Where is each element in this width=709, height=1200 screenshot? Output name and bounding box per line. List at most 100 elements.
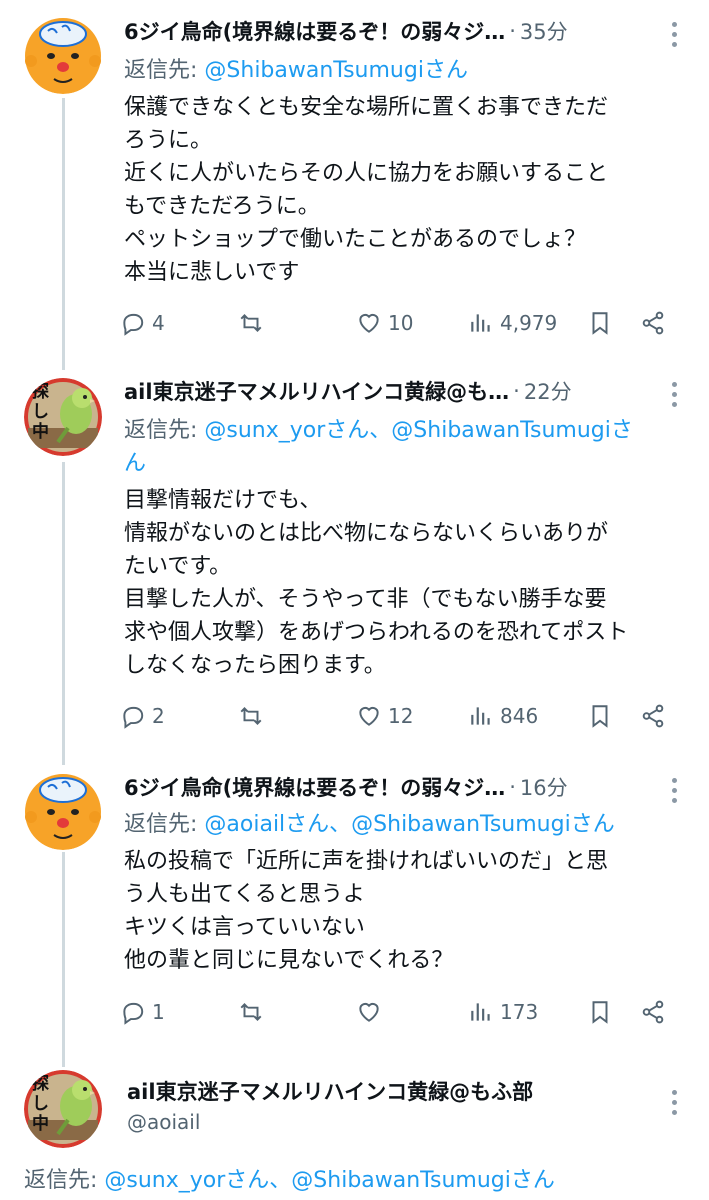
tweet-line: ろうに。: [124, 128, 213, 153]
views-button[interactable]: 846: [468, 699, 538, 733]
reply-mention-link[interactable]: @sunx_yorさん、@ShibawanTsumugiさん: [104, 1168, 554, 1193]
view-count: 4,979: [500, 311, 558, 335]
avatar[interactable]: 探 し 中: [24, 1070, 102, 1148]
tweet-line: 目撃情報だけでも、: [124, 488, 322, 513]
avatar-overlay-text: 探 し 中: [32, 382, 49, 442]
bookmark-button[interactable]: [587, 306, 613, 340]
tweet-line: 目撃した人が、そうやって非（でもない勝手な要: [124, 587, 607, 612]
reply-mention-link[interactable]: @sunx_yorさん、@ShibawanTsumugiさ: [204, 418, 632, 443]
repost-icon: [240, 314, 262, 332]
tweet[interactable]: 探 し 中 ail東京迷子マメルリハインコ黄緑@も… · 22分 返信先: @s…: [0, 360, 709, 760]
share-icon: [642, 704, 664, 728]
like-button[interactable]: 12: [356, 699, 413, 733]
display-name[interactable]: 6ジイ鳥命(境界線は要るぞ！の弱々ジ…: [124, 772, 505, 802]
separator-dot: ·: [513, 379, 520, 403]
tweet-line: 本当に悲しいです: [124, 260, 300, 285]
avatar-char: し: [32, 1094, 49, 1114]
reply-to: 返信先: @aoiailさん、@ShibawanTsumugiさん: [124, 808, 684, 841]
views-button[interactable]: 173: [468, 995, 538, 1029]
reply-button[interactable]: 2: [120, 699, 165, 733]
separator-dot: ·: [509, 19, 516, 43]
tweet[interactable]: 6ジイ鳥命(境界線は要るぞ！の弱々ジ… · 16分 返信先: @aoiailさん…: [0, 756, 709, 1056]
reply-to: 返信先: @sunx_yorさん、@ShibawanTsumugiさ ん: [124, 414, 684, 480]
bookmark-button[interactable]: [587, 995, 613, 1029]
tweet-line: 近くに人がいたらその人に協力をお願いすること: [124, 161, 609, 186]
avatar-char: 探: [32, 382, 49, 402]
share-button[interactable]: [640, 995, 666, 1029]
tweet-line: もできただろうに。: [124, 194, 320, 219]
tweet-line: たいです。: [124, 554, 232, 579]
share-icon: [642, 1000, 664, 1024]
focused-tweet[interactable]: 探 し 中 ail東京迷子マメルリハインコ黄緑@もふ部 @aoiail 返信先:…: [0, 1060, 709, 1200]
view-count: 173: [500, 1000, 539, 1024]
bald-man-avatar-icon: [25, 774, 101, 850]
avatar-char: 探: [32, 1074, 49, 1094]
reply-count: 1: [152, 1000, 165, 1024]
avatar[interactable]: [24, 16, 102, 94]
reply-button[interactable]: 4: [120, 306, 165, 340]
reply-mention-link[interactable]: ん: [124, 447, 684, 480]
timestamp[interactable]: 22分: [524, 376, 572, 406]
tweet-line: 保護できなくとも安全な場所に置くお事できただ: [124, 95, 609, 120]
tweet-line: 情報がないのとは比べ物にならないくらいありが: [124, 521, 609, 546]
reply-to-label: 返信先:: [124, 58, 205, 83]
avatar-char: 中: [32, 1114, 49, 1134]
tweet-line: ペットショップで働いたことがあるのでしょ？: [124, 227, 587, 252]
bookmark-icon: [592, 312, 608, 335]
timestamp[interactable]: 35分: [520, 16, 568, 46]
avatar-char: し: [32, 402, 49, 422]
reply-count: 4: [152, 311, 165, 335]
timestamp[interactable]: 16分: [520, 772, 568, 802]
tweet-header: ail東京迷子マメルリハインコ黄緑@も… · 22分: [124, 374, 709, 408]
display-name[interactable]: ail東京迷子マメルリハインコ黄緑@も…: [124, 376, 509, 406]
reply-count: 2: [152, 704, 165, 728]
action-bar: 4 10 4,979: [120, 306, 680, 340]
tweet-line: キツくは言っていいない: [124, 915, 365, 940]
views-button[interactable]: 4,979: [468, 306, 557, 340]
reply-to-label: 返信先:: [124, 418, 205, 443]
focused-handle[interactable]: @aoiail: [127, 1110, 200, 1134]
more-options-icon[interactable]: [671, 1090, 677, 1115]
tweet-header: 6ジイ鳥命(境界線は要るぞ！の弱々ジ… · 35分: [124, 14, 709, 48]
display-name[interactable]: 6ジイ鳥命(境界線は要るぞ！の弱々ジ…: [124, 16, 505, 46]
more-options-icon[interactable]: [671, 382, 677, 407]
tweet-line: 私の投稿で「近所に声を掛ければいいのだ」と思: [124, 849, 609, 874]
like-button[interactable]: 10: [356, 306, 413, 340]
like-count: 10: [388, 311, 414, 335]
reply-to-label: 返信先:: [124, 812, 205, 837]
views-icon: [471, 707, 490, 725]
tweet[interactable]: 6ジイ鳥命(境界線は要るぞ！の弱々ジ… · 35分 返信先: @Shibawan…: [0, 0, 709, 360]
reply-icon: [123, 706, 144, 729]
repost-button[interactable]: [238, 306, 270, 340]
focused-name[interactable]: ail東京迷子マメルリハインコ黄緑@もふ部: [127, 1076, 533, 1106]
reply-button[interactable]: 1: [120, 995, 165, 1029]
avatar[interactable]: 探 し 中: [24, 378, 102, 456]
more-options-icon[interactable]: [671, 22, 677, 47]
reply-to: 返信先: @sunx_yorさん、@ShibawanTsumugiさん: [24, 1164, 584, 1197]
bookmark-button[interactable]: [587, 699, 613, 733]
tweet-line: 求や個人攻撃）をあげつらわれるのを恐れてポスト: [124, 620, 629, 645]
avatar[interactable]: [24, 772, 102, 850]
tweet-text: 私の投稿で「近所に声を掛ければいいのだ」と思 う人も出てくると思うよ キツくは言…: [124, 845, 684, 977]
reply-mention-link[interactable]: @ShibawanTsumugiさん: [204, 58, 468, 83]
avatar-overlay-text: 探 し 中: [32, 1074, 49, 1134]
tweet-text: 保護できなくとも安全な場所に置くお事できただ ろうに。 近くに人がいたらその人に…: [124, 91, 684, 289]
repost-icon: [240, 1003, 262, 1021]
reply-mention-link[interactable]: @aoiailさん、@ShibawanTsumugiさん: [204, 812, 614, 837]
repost-icon: [240, 707, 262, 725]
repost-button[interactable]: [238, 699, 270, 733]
avatar-char: 中: [32, 422, 49, 442]
tweet-line: 他の輩と同じに見ないでくれる？: [124, 948, 454, 973]
bald-man-avatar-icon: [25, 18, 101, 94]
reply-to: 返信先: @ShibawanTsumugiさん: [124, 54, 684, 87]
share-button[interactable]: [640, 306, 666, 340]
like-button[interactable]: [356, 995, 388, 1029]
reply-to-label: 返信先:: [24, 1168, 105, 1193]
tweet-line: う人も出てくると思うよ: [124, 882, 365, 907]
views-icon: [471, 1003, 490, 1021]
views-icon: [471, 314, 490, 332]
heart-icon: [359, 1002, 379, 1022]
more-options-icon[interactable]: [671, 778, 677, 803]
repost-button[interactable]: [238, 995, 270, 1029]
share-button[interactable]: [640, 699, 666, 733]
